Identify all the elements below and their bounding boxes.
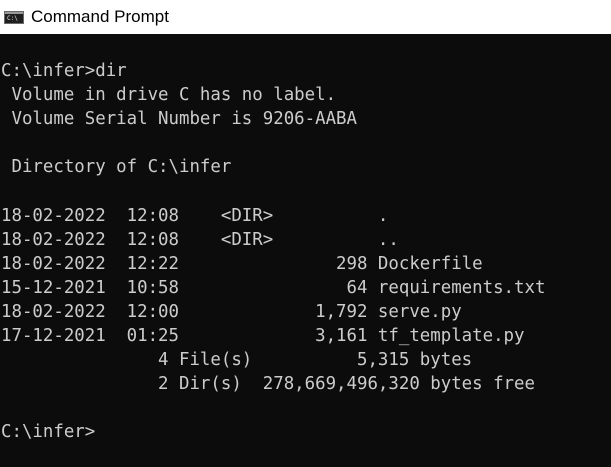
- console-line-command: C:\infer>dir: [1, 61, 127, 81]
- title-bar[interactable]: C:\ Command Prompt: [0, 0, 611, 34]
- file-entry-requirements: 15-12-2021 10:58 64 requirements.txt: [1, 277, 546, 298]
- cmd-icon-glyph: C:\: [7, 15, 18, 22]
- directory-entry-current: 18-02-2022 12:08 <DIR> .: [1, 205, 389, 226]
- window-title: Command Prompt: [31, 7, 169, 26]
- summary-files: 4 File(s) 5,315 bytes: [1, 350, 473, 371]
- console-line-volume-label: Volume in drive C has no label.: [1, 85, 337, 106]
- console-line-volume-serial: Volume Serial Number is 9206-AABA: [1, 109, 357, 130]
- summary-dirs: 2 Dir(s) 278,669,496,320 bytes free: [1, 374, 535, 395]
- directory-entry-parent: 18-02-2022 12:08 <DIR> ..: [1, 229, 399, 250]
- console-lines: C:\infer>dir Volume in drive C has no la…: [1, 59, 545, 445]
- command-prompt-window: C:\ Command Prompt C:\infer>dir Volume i…: [0, 0, 611, 467]
- console-line-directory-of: Directory of C:\infer: [1, 157, 232, 178]
- file-entry-serve: 18-02-2022 12:00 1,792 serve.py: [1, 301, 462, 322]
- cmd-console-icon[interactable]: C:\: [4, 11, 24, 24]
- console-output-area[interactable]: C:\infer>dir Volume in drive C has no la…: [0, 34, 611, 467]
- file-entry-dockerfile: 18-02-2022 12:22 298 Dockerfile: [1, 253, 483, 274]
- file-entry-tf-template: 17-12-2021 01:25 3,161 tf_template.py: [1, 326, 525, 347]
- command-prompt-line[interactable]: C:\infer>: [1, 420, 545, 444]
